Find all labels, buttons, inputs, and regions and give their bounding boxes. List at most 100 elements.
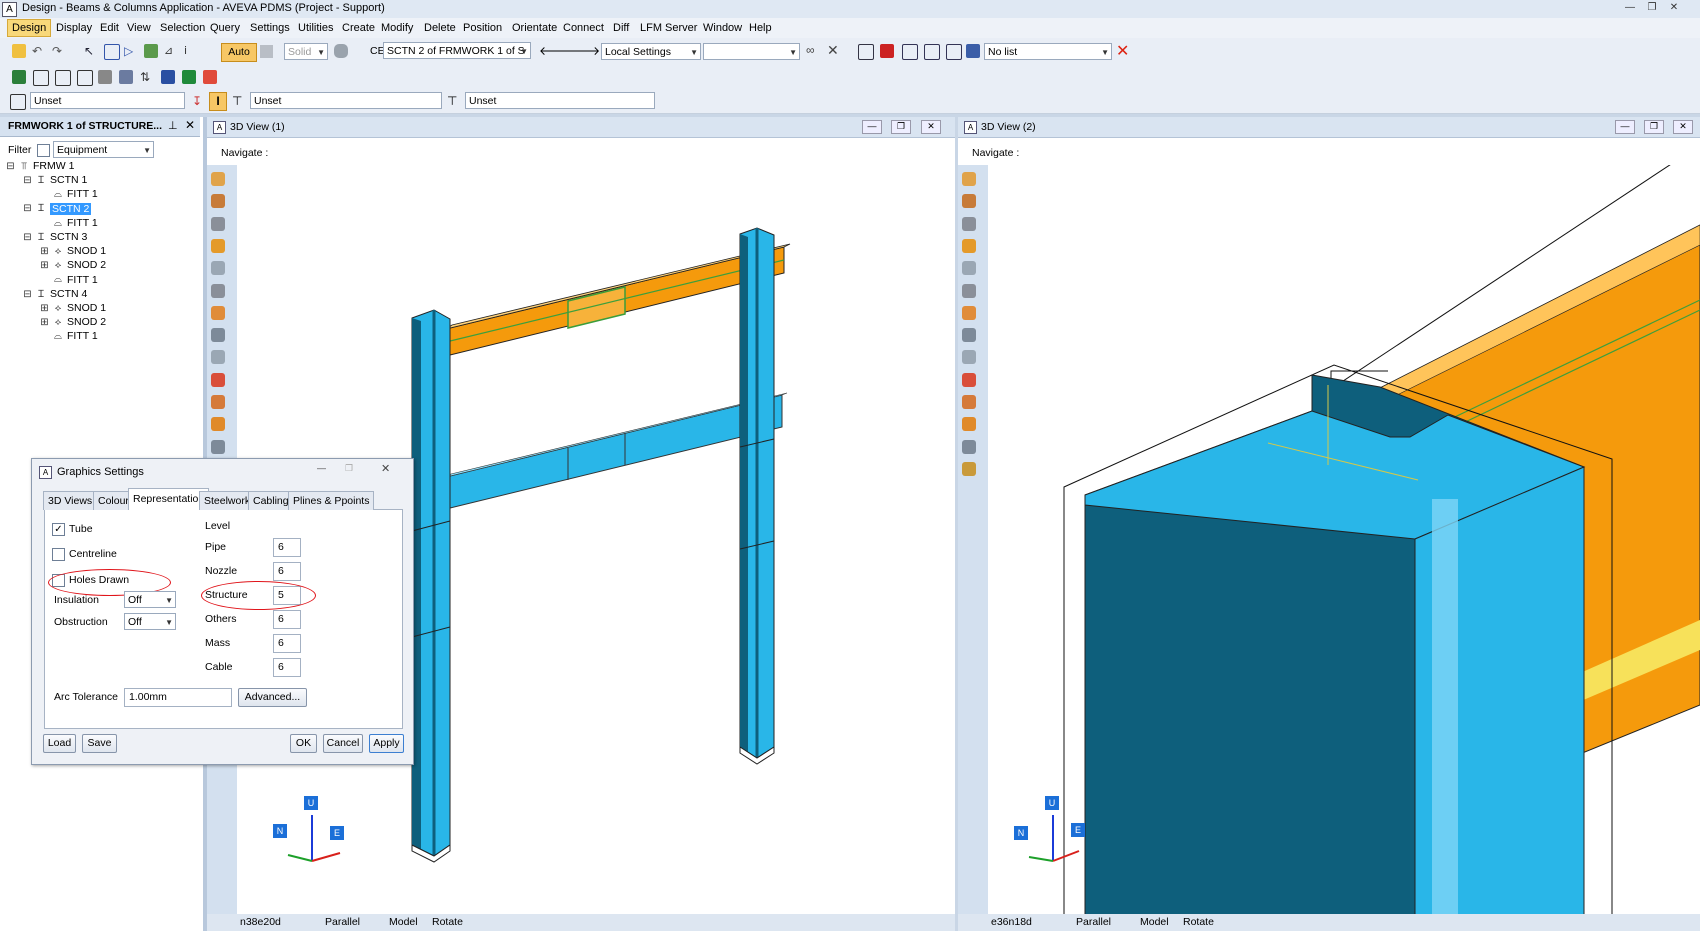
tree-expander-icon[interactable]: ⊞ — [40, 303, 49, 314]
view2-nav-tool-icon[interactable] — [962, 328, 976, 343]
view1-nav-tool-icon[interactable] — [211, 261, 225, 276]
view1-close-icon[interactable]: ✕ — [921, 120, 941, 134]
view1-nav-tool-icon[interactable] — [211, 194, 225, 209]
forward-arrow-icon[interactable]: 🡒 — [568, 43, 600, 58]
close-icon[interactable]: ✕ — [1664, 1, 1684, 15]
text-icon-2[interactable]: ⊤ — [447, 94, 457, 108]
tab-plines-ppoints[interactable]: Plines & Ppoints — [288, 491, 375, 510]
tab-cabling[interactable]: Cabling — [248, 491, 294, 510]
menu-settings[interactable]: Settings — [247, 21, 293, 35]
tree-expander-icon[interactable]: ⊟ — [23, 203, 32, 214]
solid-combo[interactable]: Solid ▼ — [284, 43, 328, 60]
menu-window[interactable]: Window — [700, 21, 745, 35]
sort-icon[interactable]: ⇅ — [140, 70, 154, 84]
menu-help[interactable]: Help — [746, 21, 775, 35]
delete-list-icon[interactable]: ✕ — [1116, 41, 1129, 61]
tree-expander-icon[interactable]: ⊞ — [40, 246, 49, 257]
menu-display[interactable]: Display — [53, 21, 95, 35]
tree-item[interactable]: ⊞ ⟡ SNOD 2 — [40, 259, 106, 272]
auto-button[interactable]: Auto — [221, 43, 257, 62]
advanced-button[interactable]: Advanced... — [238, 688, 307, 707]
restore-icon[interactable]: ❐ — [1642, 1, 1662, 15]
insulation-combo[interactable]: Off ▼ — [124, 591, 176, 608]
tag-icon[interactable]: ⅰ — [184, 44, 198, 58]
arc-tolerance-input[interactable]: 1.00mm — [124, 688, 232, 707]
tree-item[interactable]: ⊟ Ɪ SCTN 2 — [23, 202, 92, 216]
back-arrow-icon[interactable]: 🡐 — [539, 43, 571, 58]
text-icon[interactable]: ⊤ — [232, 94, 242, 108]
unset-field-3[interactable]: Unset — [465, 92, 655, 109]
tree-item[interactable]: ⊞ ⟡ SNOD 1 — [40, 245, 106, 258]
current-element-combo[interactable]: SCTN 2 of FRMWORK 1 of S ▼ — [383, 42, 531, 59]
unset-field-1[interactable]: Unset — [30, 92, 185, 109]
menu-view[interactable]: View — [124, 21, 154, 35]
copy-icon[interactable] — [858, 44, 874, 60]
ok-button[interactable]: OK — [290, 734, 317, 753]
view2-nav-tool-icon[interactable] — [962, 350, 976, 365]
view1-nav-tool-icon[interactable] — [211, 372, 225, 387]
level-input-nozzle[interactable]: 6 — [273, 562, 301, 581]
view1-nav-tool-icon[interactable] — [211, 216, 225, 231]
view2-nav-tool-icon[interactable] — [962, 216, 976, 231]
view2-close-icon[interactable]: ✕ — [1673, 120, 1693, 134]
view1-nav-tool-icon[interactable] — [211, 395, 225, 409]
list-add-icon[interactable] — [902, 44, 918, 60]
tree-item[interactable]: ⊟ Ɪ SCTN 4 — [23, 288, 87, 301]
redo-icon[interactable]: ↷ — [52, 44, 66, 58]
tree-item[interactable]: ⊟ Ɪ SCTN 3 — [23, 231, 87, 244]
menu-utilities[interactable]: Utilities — [295, 21, 336, 35]
view2-nav-tool-icon[interactable] — [962, 417, 976, 432]
tree-item[interactable]: ⊞ ⟡ SNOD 1 — [40, 302, 106, 315]
tree-item[interactable]: ⊟ ⫪ FRMW 1 — [6, 160, 74, 173]
view2-nav-tool-icon[interactable] — [962, 461, 976, 476]
list-combo[interactable]: No list ▼ — [984, 43, 1112, 60]
centreline-checkbox[interactable] — [52, 548, 65, 561]
close-panel-icon[interactable]: ✕ — [185, 118, 195, 132]
binoculars-icon[interactable]: ∞ — [806, 43, 815, 57]
view2-nav-tool-icon[interactable] — [962, 439, 976, 454]
apply-button[interactable]: Apply — [369, 734, 404, 753]
view2-canvas[interactable] — [988, 165, 1700, 917]
menu-connect[interactable]: Connect — [560, 21, 607, 35]
view2-nav-tool-icon[interactable] — [962, 194, 976, 209]
load-button[interactable]: Load — [43, 734, 76, 753]
menu-position[interactable]: Position — [460, 21, 505, 35]
box-select-icon[interactable] — [104, 44, 120, 60]
i-beam-icon[interactable]: I — [209, 92, 227, 111]
pin-panel-icon[interactable]: ⊥ — [168, 119, 178, 132]
view1-nav-tool-icon[interactable] — [211, 417, 225, 432]
database-icon[interactable] — [334, 44, 348, 58]
local-settings-combo[interactable]: Local Settings ▼ — [601, 43, 701, 60]
menu-orientate[interactable]: Orientate — [509, 21, 560, 35]
pin-icon[interactable]: ↧ — [192, 94, 202, 108]
play-icon[interactable]: ▷ — [124, 44, 138, 58]
minimize-icon[interactable]: — — [1620, 1, 1640, 15]
menu-design[interactable]: Design — [7, 19, 52, 37]
menu-delete[interactable]: Delete — [421, 21, 459, 35]
unset-field-2[interactable]: Unset — [250, 92, 442, 109]
tree-item[interactable]: ⊟ Ɪ SCTN 1 — [23, 174, 87, 187]
tree-expander-icon[interactable]: ⊞ — [40, 317, 49, 328]
save-icon[interactable] — [880, 44, 894, 58]
view1-nav-tool-icon[interactable] — [211, 350, 225, 365]
view2-nav-tool-icon[interactable] — [962, 372, 976, 387]
view1-nav-tool-icon[interactable] — [211, 305, 225, 320]
tube-checkbox[interactable]: ✓ — [52, 523, 65, 536]
cancel-button[interactable]: Cancel — [323, 734, 363, 753]
report-icon[interactable] — [119, 70, 133, 84]
checker-icon[interactable] — [98, 70, 112, 84]
view2-nav-tool-icon[interactable] — [962, 172, 976, 186]
clear-icon[interactable]: ✕ — [827, 42, 839, 59]
view2-nav-tool-icon[interactable] — [962, 305, 976, 320]
save-button[interactable]: Save — [82, 734, 117, 753]
secondary-combo[interactable]: ▼ — [703, 43, 800, 60]
view2-nav-tool-icon[interactable] — [962, 395, 976, 409]
view1-maximize-icon[interactable]: ❐ — [891, 120, 911, 134]
tab-3d-views[interactable]: 3D Views — [43, 491, 98, 510]
tree-expander-icon[interactable]: ⊟ — [23, 232, 32, 243]
menu-query[interactable]: Query — [207, 21, 243, 35]
colour-swatch[interactable] — [260, 45, 273, 58]
level-input-cable[interactable]: 6 — [273, 658, 301, 677]
tree-item[interactable]: ⊞ ⟡ SNOD 2 — [40, 316, 106, 329]
undo-icon[interactable]: ↶ — [32, 44, 46, 58]
